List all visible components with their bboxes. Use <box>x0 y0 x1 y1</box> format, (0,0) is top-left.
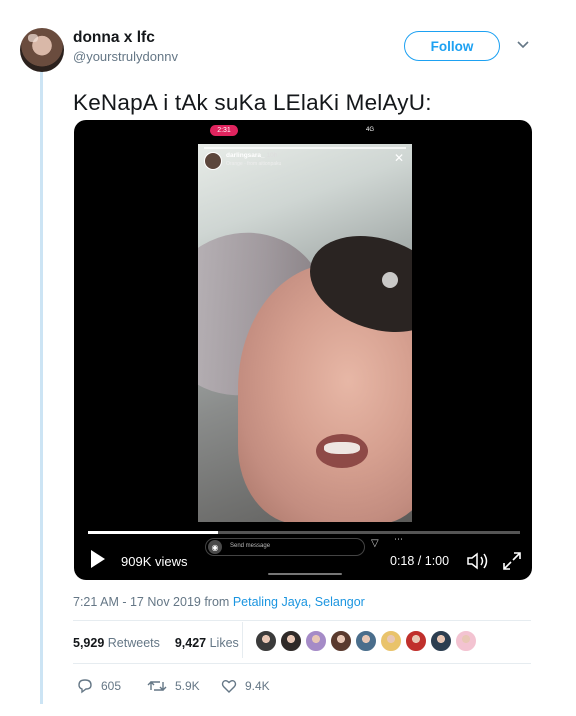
story-username: darlingsara_ <box>226 152 265 159</box>
play-icon[interactable] <box>91 550 105 568</box>
likes-label[interactable]: Likes <box>210 636 239 650</box>
more-icon: ⋯ <box>394 534 403 544</box>
like-count: 9.4K <box>245 679 270 693</box>
thread-line <box>40 64 43 704</box>
tweet-text: KeNapA i tAk suKa LElaKi MelAyU: <box>73 90 432 115</box>
retweet-count: 5.9K <box>175 679 200 693</box>
liker-avatar[interactable] <box>305 630 327 652</box>
story-avatar <box>204 152 222 170</box>
likers-avatars[interactable] <box>255 630 480 652</box>
stats-separator <box>242 622 243 658</box>
liker-avatar[interactable] <box>455 630 477 652</box>
video-time: 0:18 / 1:00 <box>390 554 450 568</box>
liker-avatar[interactable] <box>330 630 352 652</box>
story-age: 10h <box>266 152 278 159</box>
fullscreen-icon[interactable] <box>501 550 523 572</box>
heart-icon <box>221 680 237 693</box>
action-bar: 605 5.9K 9.4K <box>73 678 333 696</box>
divider <box>73 663 531 664</box>
story-subtext: Orange · from aitionpaku <box>226 161 282 167</box>
handle[interactable]: @yourstrulydonnv <box>73 49 178 64</box>
retweet-icon <box>147 681 167 691</box>
status-signal: 4G <box>366 127 375 133</box>
video-player[interactable]: 2:31 4G darlingsara_ 10h Orange · from a… <box>74 120 532 580</box>
video-progress-fill <box>88 531 218 534</box>
tweet-location[interactable]: Petaling Jaya, Selangor <box>233 595 365 609</box>
follow-button[interactable]: Follow <box>404 31 500 61</box>
avatar[interactable] <box>20 28 64 72</box>
status-time: 2:31 <box>210 125 238 136</box>
send-message-field <box>205 538 365 556</box>
liker-avatar[interactable] <box>255 630 277 652</box>
liker-avatar[interactable] <box>380 630 402 652</box>
send-icon: ▽ <box>371 538 379 549</box>
liker-avatar[interactable] <box>405 630 427 652</box>
story-progress-bar <box>204 147 406 149</box>
volume-icon[interactable] <box>466 552 490 570</box>
tweet-timestamp: 7:21 AM - 17 Nov 2019 from Petaling Jaya… <box>73 595 365 609</box>
reply-count: 605 <box>101 679 122 693</box>
like-button[interactable]: 9.4K <box>221 678 270 694</box>
liker-avatar[interactable] <box>280 630 302 652</box>
retweets-count[interactable]: 5,929 <box>73 636 104 650</box>
home-indicator <box>268 573 342 575</box>
reply-button[interactable]: 605 <box>77 678 121 694</box>
likes-count[interactable]: 9,427 <box>175 636 206 650</box>
retweet-button[interactable]: 5.9K <box>147 678 200 694</box>
tweet-stats: 5,929 Retweets 9,427 Likes <box>73 636 239 650</box>
divider <box>73 620 531 621</box>
close-icon: ✕ <box>394 151 405 165</box>
story-frame: darlingsara_ 10h Orange · from aitionpak… <box>198 144 412 522</box>
camera-icon: ◉ <box>208 540 222 554</box>
reply-icon <box>78 679 92 694</box>
send-message-placeholder: Send message <box>230 543 271 549</box>
tweet-time: 7:21 AM - 17 Nov 2019 from <box>73 595 233 609</box>
retweets-label[interactable]: Retweets <box>108 636 160 650</box>
liker-avatar[interactable] <box>430 630 452 652</box>
view-count: 909K views <box>121 554 188 569</box>
chevron-down-icon[interactable] <box>516 40 530 50</box>
video-progress-bar[interactable] <box>88 531 520 534</box>
liker-avatar[interactable] <box>355 630 377 652</box>
display-name[interactable]: donna x lfc <box>73 29 155 47</box>
